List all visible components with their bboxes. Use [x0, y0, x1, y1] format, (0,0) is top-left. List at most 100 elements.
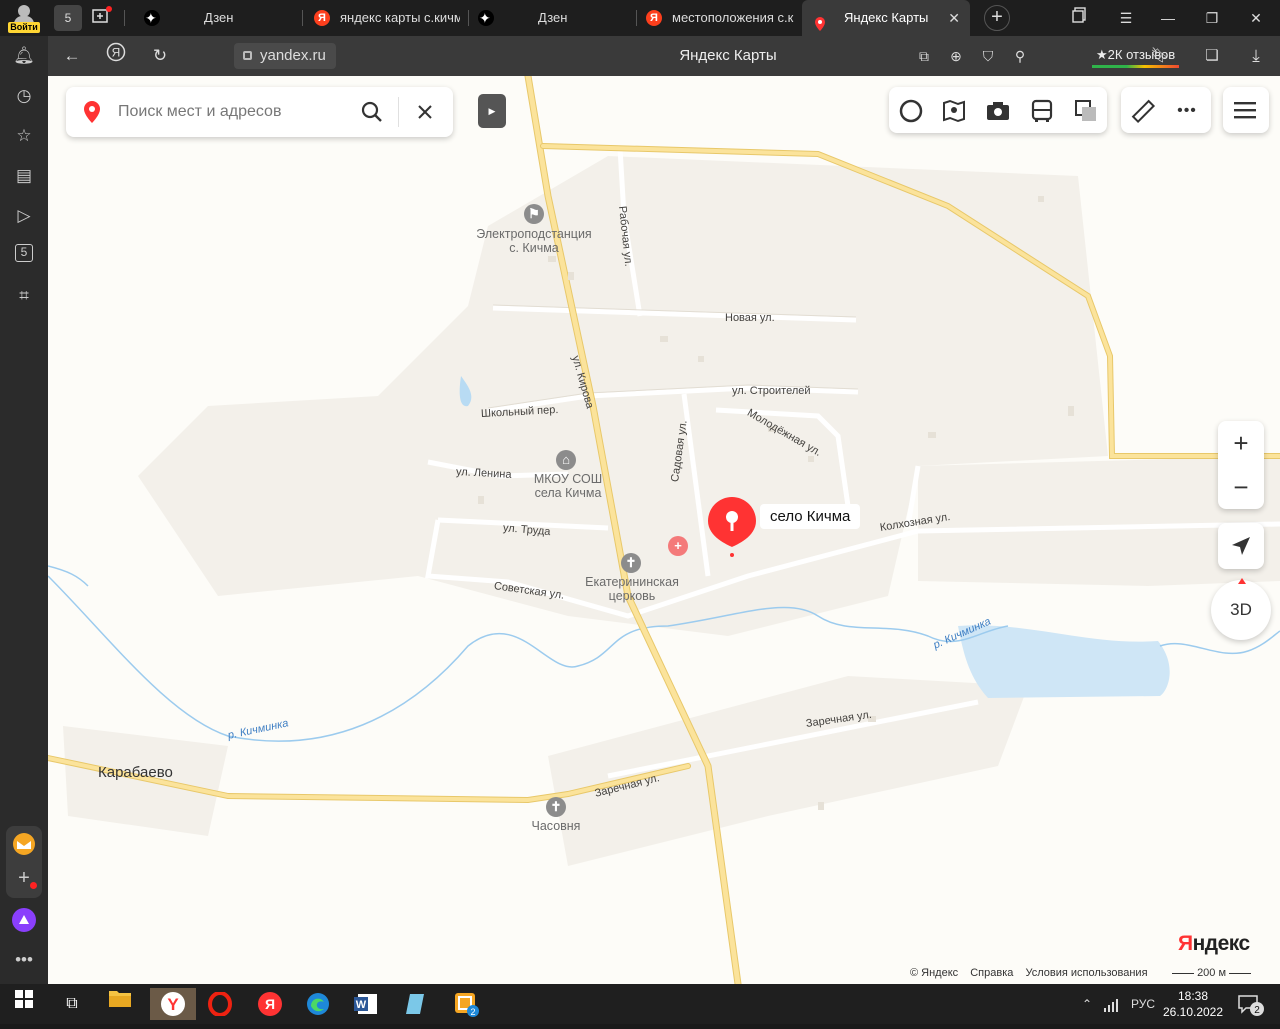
- collections-icon[interactable]: ❏: [1198, 42, 1226, 70]
- traffic-map-icon[interactable]: [941, 98, 967, 124]
- file-explorer-icon[interactable]: [100, 988, 140, 1020]
- windows-start-icon[interactable]: [4, 988, 44, 1020]
- street-label: ул. Строителей: [732, 385, 811, 397]
- my-location-button[interactable]: [1218, 523, 1264, 569]
- edge-icon[interactable]: [298, 988, 338, 1020]
- language-indicator[interactable]: РУС: [1131, 984, 1155, 1024]
- mail-icon[interactable]: [12, 832, 36, 856]
- chapel-icon[interactable]: ✝: [546, 797, 566, 817]
- more-icon[interactable]: •••: [12, 948, 36, 972]
- opera-icon[interactable]: [200, 988, 240, 1020]
- help-link[interactable]: Справка: [970, 967, 1013, 979]
- star-icon[interactable]: ☆: [12, 124, 36, 148]
- menu-icon[interactable]: ☰: [1104, 0, 1148, 36]
- poi-substation[interactable]: Электроподстанция с. Кичма: [466, 227, 602, 255]
- hospital-icon[interactable]: +: [668, 536, 688, 556]
- bus-icon[interactable]: [1029, 98, 1055, 124]
- search-box: [66, 87, 453, 137]
- yandex-browser-icon[interactable]: Y: [150, 988, 196, 1020]
- terms-link[interactable]: Условия использования: [1025, 967, 1147, 979]
- sidebar-tab-counter[interactable]: 5: [15, 244, 33, 262]
- zoom-icon[interactable]: ⊕: [942, 42, 970, 70]
- history-icon[interactable]: ◷: [12, 84, 36, 108]
- back-icon[interactable]: ←: [58, 42, 86, 70]
- panorama-icon[interactable]: [898, 98, 924, 124]
- more-tools-icon[interactable]: •••: [1174, 98, 1200, 124]
- profile-button[interactable]: Войти: [6, 2, 42, 34]
- restore-icon[interactable]: ❐: [1190, 0, 1234, 36]
- bookmark-icon[interactable]: 🔖︎: [1146, 42, 1174, 70]
- tray-expand-icon[interactable]: ⌃: [1082, 984, 1092, 1024]
- tab-dzen-2[interactable]: Дзен: [468, 0, 634, 36]
- menu-button[interactable]: [1223, 87, 1269, 133]
- zoom-out-button[interactable]: −: [1218, 465, 1264, 509]
- poi-church[interactable]: Екатерининская церковь: [572, 575, 692, 603]
- download-icon[interactable]: ⤓: [1242, 42, 1270, 70]
- page-title: Яндекс Карты: [679, 47, 777, 64]
- 3d-button[interactable]: 3D: [1211, 578, 1271, 640]
- church-icon[interactable]: ✝: [621, 553, 641, 573]
- notepad-icon[interactable]: [396, 988, 436, 1020]
- poi-chapel[interactable]: Часовня: [516, 819, 596, 833]
- flag-icon[interactable]: ⚑: [524, 204, 544, 224]
- panel-toggle-button[interactable]: ▶: [478, 94, 506, 128]
- network-icon[interactable]: [1104, 984, 1120, 1024]
- clear-search-icon[interactable]: [416, 103, 434, 121]
- protect-icon[interactable]: ⛉: [974, 42, 1002, 70]
- new-group-icon[interactable]: [88, 5, 116, 31]
- app-icon[interactable]: 2: [446, 988, 486, 1020]
- map-canvas[interactable]: Рабочая ул. Новая ул. ул. Кирова ул. Стр…: [48, 76, 1280, 984]
- clock[interactable]: 18:38 26.10.2022: [1160, 988, 1226, 1020]
- scale-bar: 200 м: [1172, 967, 1252, 979]
- hamburger-icon: [1234, 102, 1256, 119]
- url-field[interactable]: yandex.ru: [234, 43, 336, 69]
- settlement-areas: [63, 156, 1280, 866]
- compass-north-icon: [1238, 578, 1246, 584]
- map-pin-icon[interactable]: [706, 495, 758, 557]
- notes-icon[interactable]: ▤: [12, 164, 36, 188]
- translate-icon[interactable]: ⧉: [910, 42, 938, 70]
- yandex-home-icon[interactable]: Я: [102, 42, 130, 70]
- school-icon[interactable]: ⌂: [556, 450, 576, 470]
- svg-text:W: W: [356, 999, 367, 1011]
- close-window-icon[interactable]: ✕: [1234, 0, 1278, 36]
- search-icon[interactable]: [360, 100, 384, 124]
- tab-counter[interactable]: 5: [54, 5, 82, 31]
- notifications-icon[interactable]: 2: [1238, 984, 1264, 1024]
- map-pin-icon: [812, 10, 828, 31]
- task-view-icon[interactable]: ⧉: [52, 988, 92, 1020]
- tab-yandex-search-1[interactable]: Я яндекс карты с.кичм: [304, 0, 468, 36]
- navigation-arrow-icon: [1232, 537, 1250, 555]
- tab-yandex-maps[interactable]: Яндекс Карты ✕: [802, 0, 970, 36]
- screenshot-icon[interactable]: ⌗: [12, 284, 36, 308]
- reload-icon[interactable]: ↻: [146, 42, 174, 70]
- address-bar: ← Я ↻ yandex.ru Яндекс Карты ⧉ ⊕ ⛉ ⚲ ★2К…: [48, 36, 1280, 76]
- alice-icon[interactable]: [12, 908, 36, 932]
- zoom-in-button[interactable]: +: [1218, 421, 1264, 465]
- layers-toolbar: [889, 87, 1107, 133]
- word-icon[interactable]: W: [346, 988, 386, 1020]
- play-icon[interactable]: ▷: [12, 204, 36, 228]
- windows-taskbar: ⧉ Y Я W 2 ⌃ РУС 18:38 26.10.2022 2: [0, 984, 1280, 1024]
- ruler-icon[interactable]: [1130, 98, 1156, 124]
- minimize-icon[interactable]: —: [1146, 0, 1190, 36]
- map-pin-icon: [84, 101, 100, 123]
- new-tab-button[interactable]: +: [984, 5, 1010, 31]
- svg-text:Я: Я: [112, 46, 121, 60]
- camera-icon[interactable]: [985, 98, 1011, 124]
- tab-dzen-1[interactable]: Дзен: [134, 0, 300, 36]
- search-input[interactable]: [118, 100, 348, 124]
- tab-yandex-search-2[interactable]: Я местоположения с.к: [636, 0, 802, 36]
- copyright-text: © Яндекс: [910, 967, 959, 979]
- bell-icon[interactable]: 🔔︎: [12, 44, 36, 68]
- svg-text:Y: Y: [167, 995, 179, 1014]
- selected-place-label[interactable]: село Кичма: [760, 504, 861, 529]
- yandex-icon: Я: [646, 10, 662, 26]
- layers-icon[interactable]: [1073, 98, 1099, 124]
- tab-list-icon[interactable]: [1058, 0, 1102, 36]
- location-icon[interactable]: ⚲: [1006, 42, 1034, 70]
- poi-school[interactable]: МКОУ СОШ села Кичма: [518, 472, 618, 500]
- svg-text:2: 2: [1254, 1005, 1260, 1016]
- yandex-icon[interactable]: Я: [250, 988, 290, 1020]
- close-tab-icon[interactable]: ✕: [948, 0, 960, 36]
